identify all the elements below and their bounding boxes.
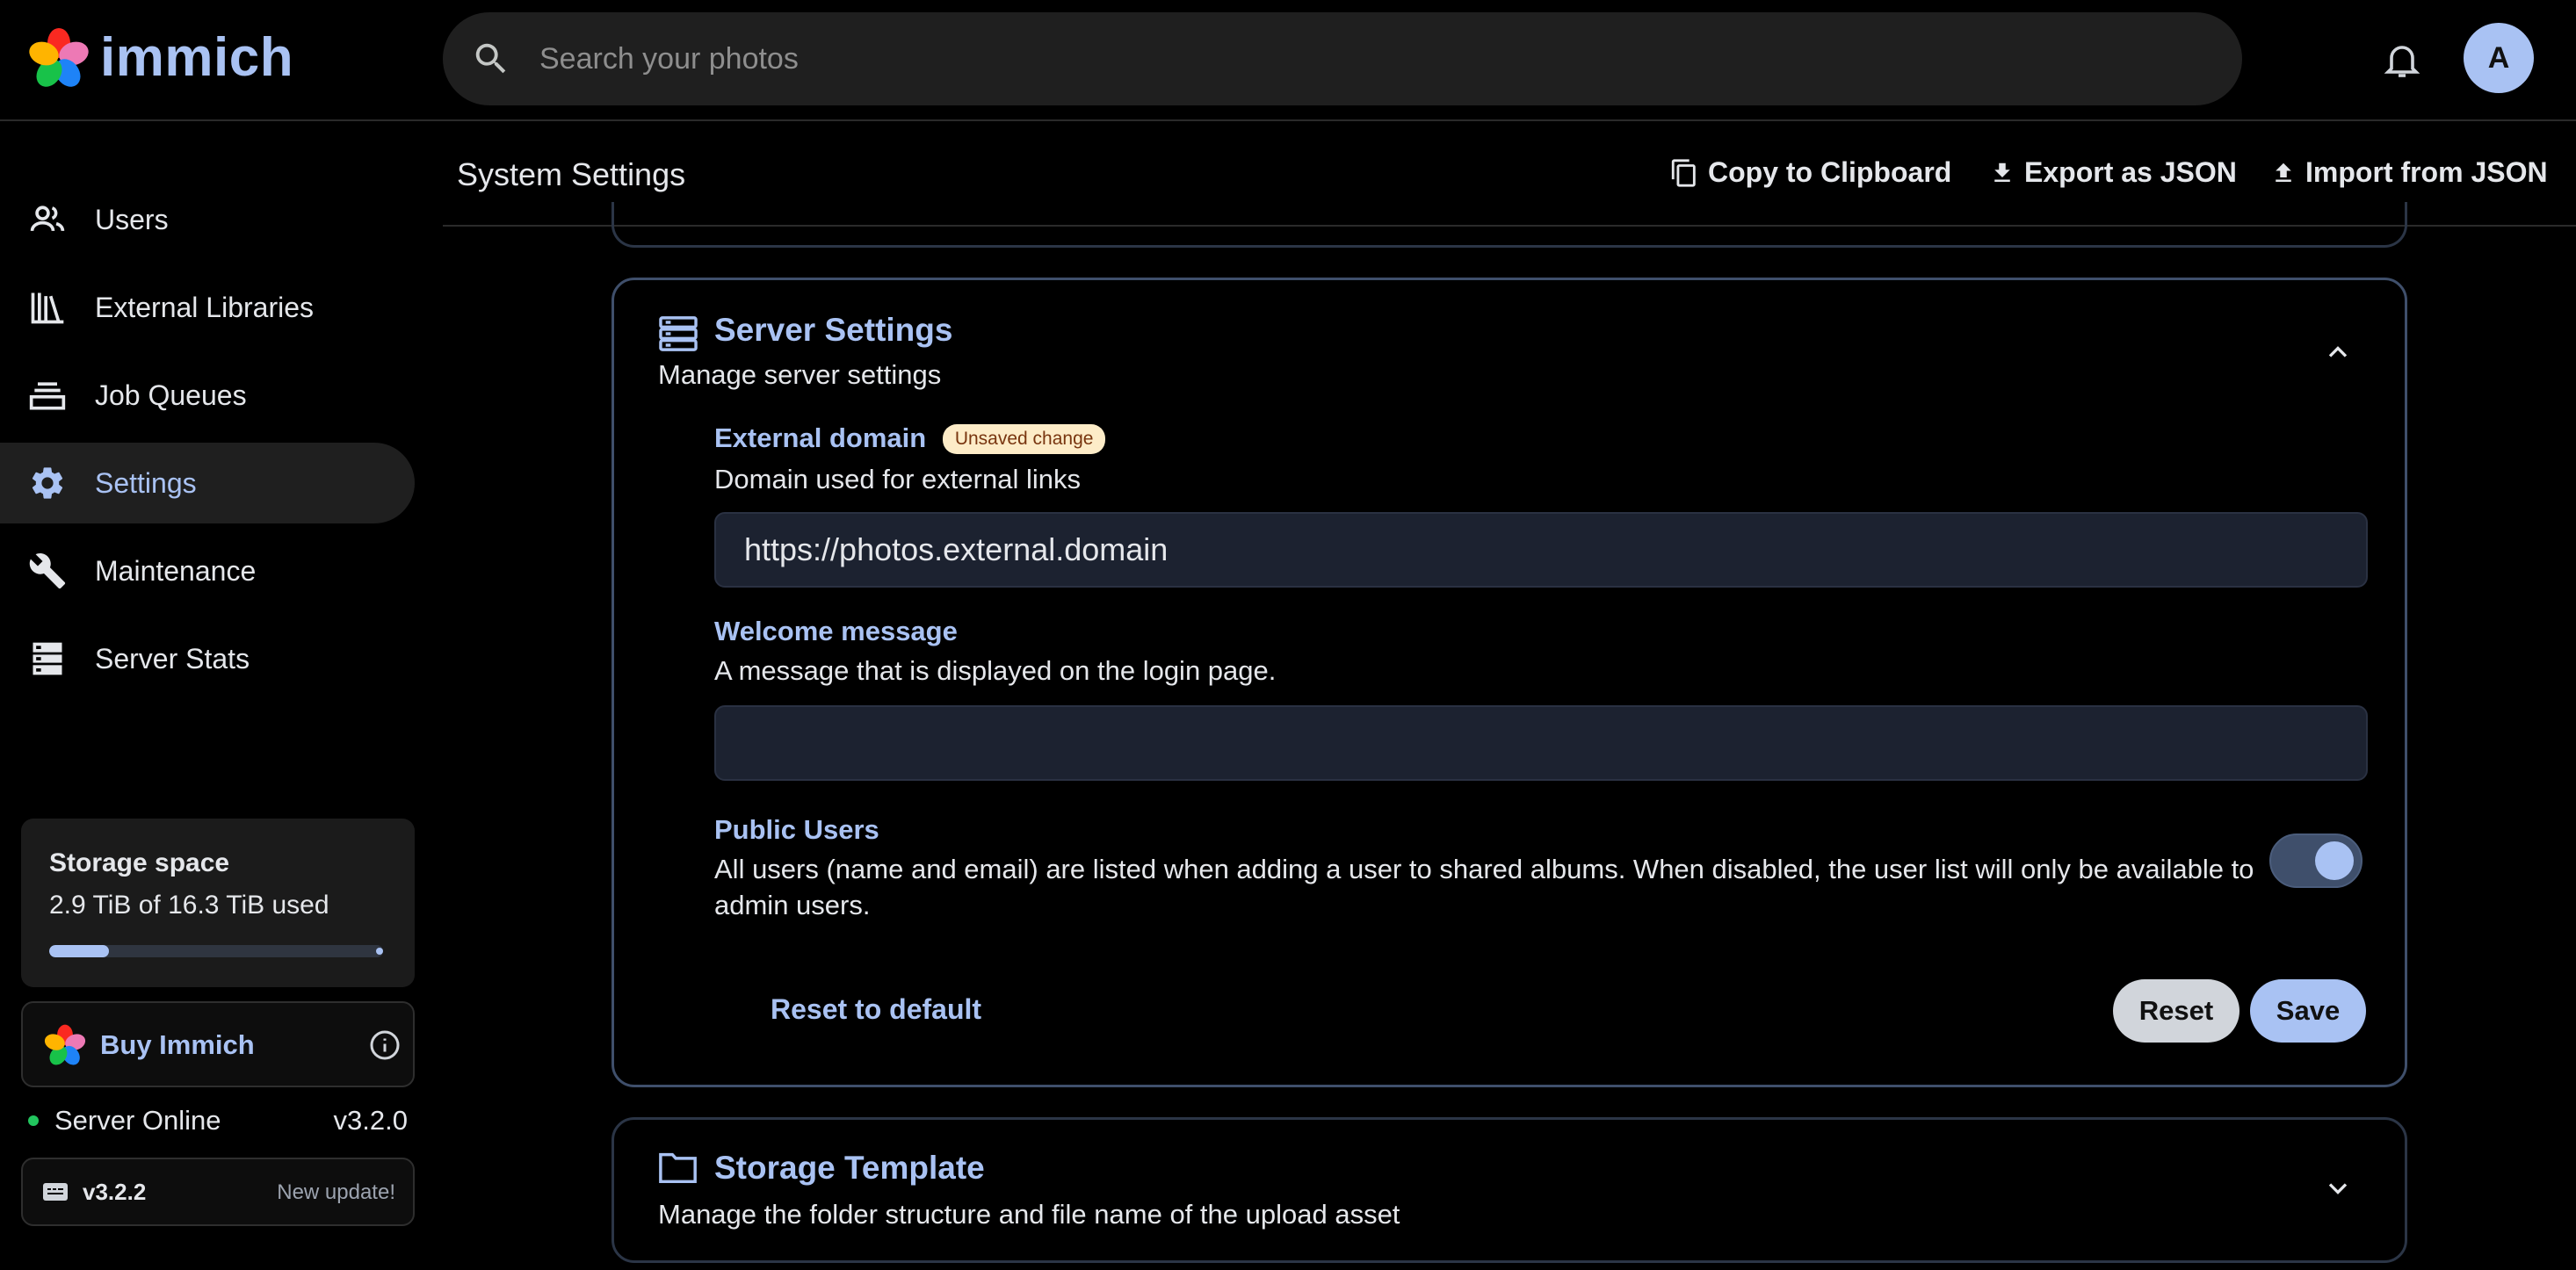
sidebar-item-server-stats[interactable]: Server Stats [0,618,415,699]
storage-title: Storage space [49,848,230,877]
server-settings-card: Server Settings Manage server settings E… [611,278,2407,1087]
import-json-button[interactable]: Import from JSON [2270,156,2548,189]
immich-logo-icon [44,1024,86,1065]
users-icon [30,206,65,232]
download-icon [1994,162,2010,182]
search-input[interactable] [538,40,2123,77]
new-badge-icon [43,1183,68,1201]
welcome-message-label: Welcome message [714,616,958,646]
folder-icon [659,1152,697,1184]
external-domain-label-text: External domain [714,422,927,453]
sidebar-item-external-libraries[interactable]: External Libraries [0,267,415,348]
server-settings-title: Server Settings [714,312,953,348]
search-bar[interactable] [443,12,2242,105]
storage-progress-bar [49,945,383,957]
public-users-label: Public Users [714,814,879,845]
sidebar-item-label: Server Stats [95,642,250,675]
app-name: immich [100,27,294,88]
page-title: System Settings [457,156,686,192]
buy-immich-label: Buy Immich [100,1029,255,1060]
update-version: v3.2.2 [83,1179,147,1205]
avatar[interactable]: A [2464,23,2534,93]
storage-template-subtitle: Manage the folder structure and file nam… [658,1199,1400,1230]
update-available-button[interactable]: v3.2.2 New update! [21,1158,415,1226]
library-icon [31,292,64,324]
server-status: Server Online v3.2.0 [28,1105,415,1140]
reset-button[interactable]: Reset [2113,979,2240,1043]
sidebar-item-users[interactable]: Users [0,179,415,260]
server-settings-subtitle: Manage server settings [658,359,942,390]
welcome-message-input[interactable] [714,705,2368,781]
import-json-label: Import from JSON [2305,156,2548,188]
public-users-toggle[interactable] [2269,833,2363,888]
sidebar-item-label: External Libraries [95,291,314,323]
storage-bar-end-dot [376,948,383,955]
external-domain-label: External domain Unsaved change [714,422,1106,454]
external-domain-description: Domain used for external links [714,464,1081,494]
storage-card: Storage space 2.9 TiB of 16.3 TiB used [21,819,415,987]
server-status-label: Server Online [54,1105,221,1136]
sidebar-item-maintenance[interactable]: Maintenance [0,530,415,611]
external-domain-input[interactable] [714,512,2368,588]
chevron-down-icon[interactable] [2322,1173,2354,1204]
immich-logo-icon [29,27,89,87]
update-label: New update! [277,1180,395,1204]
copy-icon [1671,158,1696,187]
immich-logo[interactable]: immich [28,26,293,89]
storage-progress-fill [49,945,109,957]
export-json-label: Export as JSON [2024,156,2237,188]
bell-icon[interactable] [2381,37,2423,83]
server-icon [659,316,698,351]
copy-to-clipboard-button[interactable]: Copy to Clipboard [1669,156,1951,189]
sidebar-item-job-queues[interactable]: Job Queues [0,355,415,436]
server-icon [33,642,62,675]
sidebar-item-label: Job Queues [95,379,247,411]
save-button[interactable]: Save [2250,979,2366,1043]
wrench-icon [29,553,66,589]
queue-icon [29,382,66,410]
top-bar: immich A [0,0,2576,121]
previous-settings-card-bottom [611,202,2407,248]
gear-icon [32,467,63,499]
copy-to-clipboard-label: Copy to Clipboard [1708,156,1952,188]
chevron-up-icon[interactable] [2322,336,2354,368]
unsaved-change-badge: Unsaved change [942,424,1106,454]
reset-to-default-button[interactable]: Reset to default [771,993,981,1026]
online-status-dot [28,1115,39,1126]
storage-template-card[interactable]: Storage Template Manage the folder struc… [611,1117,2407,1263]
welcome-message-description: A message that is displayed on the login… [714,655,1277,686]
toggle-knob [2315,841,2354,880]
buy-immich-button[interactable]: Buy Immich [21,1001,415,1087]
sidebar-item-label: Users [95,203,169,235]
export-json-button[interactable]: Export as JSON [1989,156,2237,189]
sidebar-item-settings[interactable]: Settings [0,443,415,523]
storage-template-title: Storage Template [714,1150,985,1186]
server-version: v3.2.0 [333,1105,408,1136]
storage-used-text: 2.9 TiB of 16.3 TiB used [49,891,329,920]
public-users-description: All users (name and email) are listed wh… [714,854,2254,920]
search-icon[interactable] [471,39,511,79]
sidebar-item-label: Settings [95,466,197,499]
sidebar-item-label: Maintenance [95,554,257,587]
info-icon[interactable] [369,1029,401,1061]
upload-icon [2276,162,2291,182]
